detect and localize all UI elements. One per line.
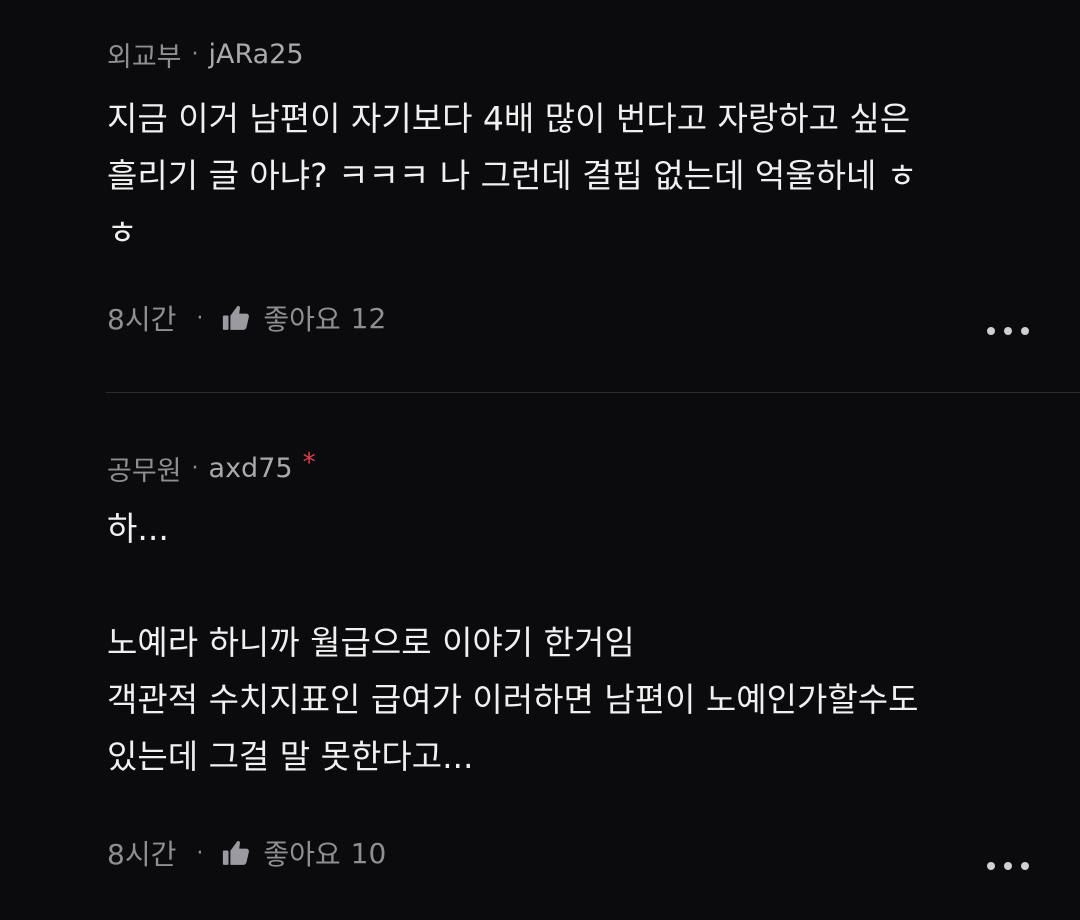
like-count: 12 (350, 301, 387, 335)
comment-body: 지금 이거 남편이 자기보다 4배 많이 번다고 자랑하고 싶은 흘리기 글 아… (107, 99, 918, 252)
comment-author-meta: 외교부 · jARa25 (107, 35, 304, 74)
footer-separator: · (196, 305, 204, 331)
more-dots-icon[interactable] (984, 316, 1032, 346)
like-count: 10 (350, 836, 387, 870)
author-department: 공무원 (107, 456, 182, 487)
like-button[interactable]: 좋아요 12 (221, 298, 386, 338)
more-dots-icon[interactable] (984, 851, 1032, 881)
comment-footer: 8시간 · 좋아요 12 (107, 298, 386, 338)
thumbs-up-icon (223, 841, 250, 865)
comment-body: 하... 노예라 하니까 월급으로 이야기 한거임 객관적 수치지표인 급여가 … (107, 509, 919, 776)
author-nickname[interactable]: axd75 (209, 453, 293, 484)
author-department: 외교부 (107, 42, 182, 73)
comment-footer: 8시간 · 좋아요 10 (107, 833, 386, 873)
author-nickname[interactable]: jARa25 (209, 39, 304, 70)
footer-separator: · (196, 840, 204, 866)
author-star-badge: * (302, 447, 316, 478)
like-button[interactable]: 좋아요 10 (221, 833, 386, 873)
comment-item: 공무원 · axd75 * 하... 노예라 하니까 월급으로 이야기 한거임 … (0, 393, 1080, 920)
comment-item: 외교부 · jARa25 지금 이거 남편이 자기보다 4배 많이 번다고 자랑… (0, 0, 1080, 392)
thumbs-up-icon (223, 306, 250, 330)
like-label: 좋아요 (263, 303, 341, 336)
comment-time: 8시간 (107, 303, 177, 336)
comment-time: 8시간 (107, 838, 177, 871)
comment-author-meta: 공무원 · axd75 * (107, 447, 316, 488)
meta-separator: · (191, 42, 199, 67)
meta-separator: · (191, 456, 199, 481)
like-label: 좋아요 (263, 838, 341, 871)
